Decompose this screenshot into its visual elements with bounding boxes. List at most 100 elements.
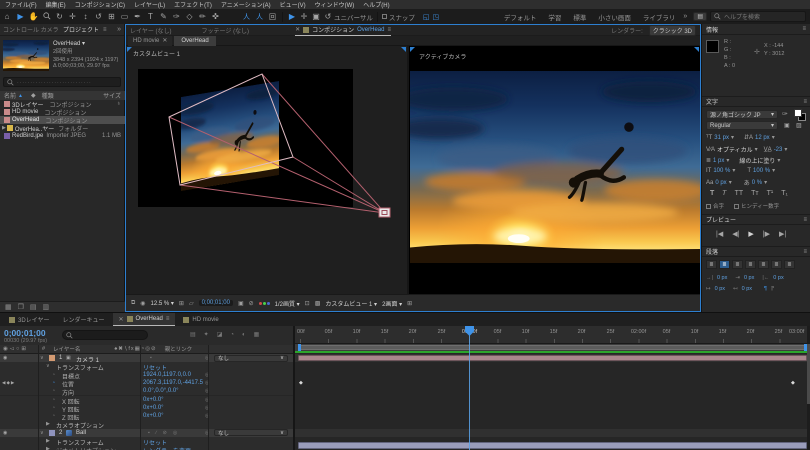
snap-options2-icon[interactable]: ◳ xyxy=(433,13,440,21)
mask-visibility-icon[interactable]: ▱ xyxy=(189,300,194,307)
work-area-band[interactable] xyxy=(295,344,810,351)
help-search-input[interactable]: ヘルプを検索 xyxy=(710,11,806,22)
pan-behind-tool[interactable]: ⊞ xyxy=(105,12,118,21)
item-name[interactable]: HD movie xyxy=(12,109,38,115)
threed-switch[interactable]: ◎ xyxy=(173,430,177,436)
left-indent-value[interactable]: 0 px xyxy=(717,275,727,281)
twirl-icon[interactable]: ▶ xyxy=(46,421,50,427)
stroke-width-value[interactable]: 1 px xyxy=(713,158,724,164)
view-select[interactable]: カスタムビュー 1 ▾ xyxy=(325,299,377,308)
ball-layer-bar[interactable] xyxy=(298,442,807,449)
twirl-icon[interactable]: ▶ xyxy=(46,446,50,450)
eraser-tool[interactable]: ◇ xyxy=(183,12,196,21)
show-snapshot-icon[interactable]: ⊘ xyxy=(249,300,254,307)
playhead-line[interactable] xyxy=(469,326,470,450)
align-right-button[interactable]: ≣ xyxy=(732,260,743,269)
preview-panel-title[interactable]: プレビュー xyxy=(706,215,736,224)
tracking-value[interactable]: -23 xyxy=(774,147,783,153)
horizontal-scale-value[interactable]: 100 % xyxy=(753,168,770,174)
roi-icon[interactable]: ⊡ xyxy=(305,300,310,307)
next-frame-button[interactable]: |▶ xyxy=(763,230,770,238)
fill-over-stroke-icon[interactable]: ▨ xyxy=(796,122,802,129)
font-family-select[interactable]: 源ノ角ゴシック JP▾ xyxy=(706,110,778,119)
always-preview-icon[interactable]: ⧉ xyxy=(131,300,135,307)
character-panel-title[interactable]: 文字 xyxy=(706,97,718,106)
stopwatch-icon[interactable]: ◔ xyxy=(52,413,55,419)
twirl-icon[interactable]: ∨ xyxy=(46,363,50,369)
dolly-camera-tool[interactable]: ↕ xyxy=(79,12,92,21)
item-name[interactable]: OverHead xyxy=(12,117,39,123)
align-left-button[interactable]: ≣ xyxy=(706,260,717,269)
gizmo-rotate-mode[interactable]: ↺ xyxy=(322,12,334,21)
kerning-value[interactable]: オプティカル xyxy=(717,145,753,154)
last-frame-button[interactable]: ▶| xyxy=(779,230,786,238)
property-row[interactable]: ◔ Z 回転 0x+0.0° ◎ xyxy=(0,412,295,420)
superscript-button[interactable]: T¹ xyxy=(767,190,774,197)
stopwatch-icon-active[interactable]: ◔ xyxy=(52,380,55,386)
timeline-tracks[interactable]: 00f 05f 10f 15f 20f 25f 01:00f 05f 10f 1… xyxy=(295,326,810,450)
frame-blending-icon[interactable]: ◔ xyxy=(230,332,234,338)
property-row-position[interactable]: ◀◆▶ ◔ 位置 2067.3,1197.0,-4417.5 ◎ xyxy=(0,379,295,387)
rtl-direction-button[interactable]: ¶ xyxy=(771,286,774,292)
menu-window[interactable]: ウィンドウ(W) xyxy=(315,0,355,9)
item-name[interactable]: RedBird.jpe xyxy=(12,133,43,139)
keyframe-navigator[interactable]: ◀◆▶ xyxy=(2,380,15,386)
shy-switch[interactable]: ▪ xyxy=(148,430,150,436)
leading-value[interactable]: 12 px xyxy=(755,135,770,141)
tab-layer[interactable]: レイヤー (なし) xyxy=(130,26,172,35)
menu-layer[interactable]: レイヤー(L) xyxy=(134,0,165,9)
eyedropper-icon[interactable]: ✑ xyxy=(782,110,788,118)
view-tab-hd-movie[interactable]: HD movie✕ xyxy=(128,36,172,46)
work-area-bar[interactable] xyxy=(299,345,805,350)
menu-animation[interactable]: アニメーション(A) xyxy=(221,0,271,9)
layer-label-color[interactable] xyxy=(49,355,55,361)
menu-effect[interactable]: エフェクト(T) xyxy=(174,0,212,9)
layer-label-color[interactable] xyxy=(49,430,55,436)
draft-3d-icon[interactable]: ✦ xyxy=(204,331,209,338)
subscript-button[interactable]: T₁ xyxy=(781,190,788,197)
label-col-icon[interactable]: ◆ xyxy=(31,92,36,99)
property-group-row[interactable]: ∨ トランスフォーム リセット xyxy=(0,362,295,370)
faux-bold-button[interactable]: T xyxy=(710,190,714,197)
layer-row-ball[interactable]: ◉ ∨ 2 Ball ▪ ∕ ⊘ ◎ ◎ なし∨ xyxy=(0,429,295,437)
twirl-icon[interactable]: ∨ xyxy=(40,430,44,436)
timeline-search-input[interactable] xyxy=(62,330,148,340)
rotation-tool[interactable]: ↺ xyxy=(92,12,105,21)
workspace-default[interactable]: デフォルト xyxy=(504,12,537,22)
property-row[interactable]: ◔ X 回転 0x+0.0° ◎ xyxy=(0,396,295,404)
panel-menu-icon[interactable]: ≡ xyxy=(803,99,807,105)
menu-file[interactable]: ファイル(F) xyxy=(5,0,37,9)
property-value[interactable]: 2067.3,1197.0,-4417.5 xyxy=(143,380,203,386)
new-composition-icon[interactable]: ▤ xyxy=(30,303,37,311)
property-value[interactable]: 0x+0.0° xyxy=(143,413,164,419)
work-area-start-handle[interactable] xyxy=(298,344,301,351)
justify-last-left-button[interactable]: ≣ xyxy=(745,260,756,269)
workspace-libraries[interactable]: ライブラリ xyxy=(643,12,676,22)
property-value[interactable]: 0x+0.0° xyxy=(143,405,164,411)
fill-color-swatch[interactable] xyxy=(794,109,802,117)
align-center-button[interactable]: ≣ xyxy=(719,260,730,269)
shy-switch[interactable]: ▪ xyxy=(150,355,152,361)
previous-frame-button[interactable]: ◀| xyxy=(732,230,739,238)
eye-icon[interactable]: ◉ xyxy=(3,430,7,436)
selection-tool[interactable]: ▶ xyxy=(14,12,27,21)
group-name[interactable]: ジオメトリオプション xyxy=(56,446,116,450)
world-axis-mode[interactable]: 人 xyxy=(253,12,266,22)
preview-comp-name[interactable]: OverHead ▾ xyxy=(53,40,123,47)
local-axis-mode[interactable]: 人 xyxy=(240,12,253,22)
delete-icon[interactable]: ▥ xyxy=(43,303,50,311)
snap-options-icon[interactable]: ◱ xyxy=(423,13,430,21)
renderer-value-button[interactable]: クラシック 3D xyxy=(649,25,696,36)
panel-menu-icon[interactable]: ≡ xyxy=(166,316,170,322)
photo-plane[interactable] xyxy=(181,81,279,191)
panel-menu-icon[interactable]: ≡ xyxy=(802,26,806,32)
resolution-select[interactable]: 1/2画質 ▾ xyxy=(275,299,300,308)
gizmo-scale-mode[interactable]: ▣ xyxy=(310,12,322,21)
workspace-learn[interactable]: 学習 xyxy=(548,12,561,22)
grid-options-icon[interactable]: ⊞ xyxy=(179,300,184,307)
quality-switch[interactable]: ∕ xyxy=(156,430,157,436)
property-group-row[interactable]: ▶ ジオメトリオプション レンダラーを変更 xyxy=(0,445,295,450)
property-row[interactable]: ◔ Y 回転 0x+0.0° ◎ xyxy=(0,404,295,412)
pan-camera-tool[interactable]: ✛ xyxy=(66,12,79,21)
keyframe-diamond[interactable]: ◆ xyxy=(299,380,303,386)
